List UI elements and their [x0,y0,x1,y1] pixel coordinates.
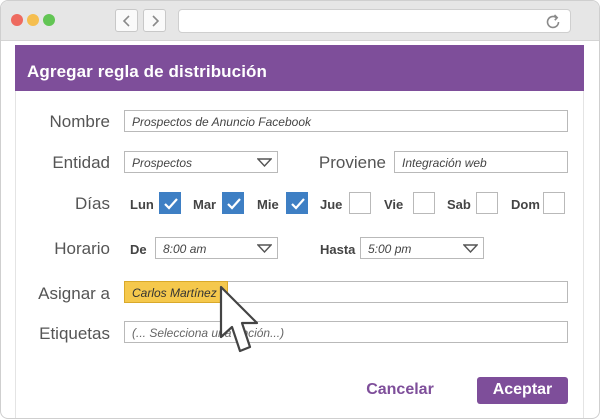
day-label-jue: Jue [320,197,343,212]
entidad-select[interactable]: Prospectos [124,151,278,173]
etiquetas-label: Etiquetas [39,324,110,343]
day-label-mar: Mar [193,197,217,212]
check-icon [227,198,241,210]
day-label-mie: Mie [257,197,279,212]
entidad-value: Prospectos [132,156,193,170]
day-checkbox-vie[interactable] [413,192,435,214]
reload-icon[interactable] [544,13,562,31]
browser-toolbar [1,1,599,41]
dias-label: Días [75,194,110,213]
day-checkbox-mie[interactable] [286,192,308,214]
day-label-dom: Dom [511,197,540,212]
back-button[interactable] [115,9,138,32]
end-time-value: 5:00 pm [368,242,412,256]
assigned-user-chip[interactable]: Carlos Martínez [124,281,228,303]
day-checkbox-sab[interactable] [476,192,498,214]
chevron-left-icon [122,14,130,27]
asignar-label: Asignar a [38,284,110,303]
maximize-window-dot[interactable] [43,14,55,26]
hasta-label: Hasta [320,242,356,257]
address-bar[interactable] [178,9,571,33]
cancel-button[interactable]: Cancelar [358,379,442,403]
close-window-dot[interactable] [11,14,23,26]
day-checkbox-jue[interactable] [349,192,371,214]
accept-button[interactable]: Aceptar [477,377,568,404]
caret-down-icon [463,244,478,253]
dialog-title: Agregar regla de distribución [15,45,584,91]
caret-down-icon [257,244,272,253]
de-label: De [130,242,147,257]
nombre-label: Nombre [49,112,110,131]
check-icon [291,198,305,210]
mouse-pointer-icon [219,285,259,353]
forward-button[interactable] [143,9,166,32]
day-label-vie: Vie [384,197,404,212]
caret-down-icon [257,158,272,167]
day-checkbox-lun[interactable] [159,192,181,214]
nombre-field[interactable]: Prospectos de Anuncio Facebook [124,110,568,132]
start-time-select[interactable]: 8:00 am [155,237,278,259]
minimize-window-dot[interactable] [27,14,39,26]
browser-window: Agregar regla de distribución Nombre Pro… [0,0,600,419]
etiquetas-field[interactable]: (... Selecciona una opción...) [124,321,568,343]
day-label-lun: Lun [130,197,154,212]
distribution-rule-dialog [15,45,584,418]
end-time-select[interactable]: 5:00 pm [360,237,484,259]
entidad-label: Entidad [52,153,110,172]
proviene-label: Proviene [318,153,386,172]
check-icon [164,198,178,210]
day-checkbox-dom[interactable] [543,192,565,214]
day-checkbox-mar[interactable] [222,192,244,214]
start-time-value: 8:00 am [163,242,207,256]
chevron-right-icon [151,14,159,27]
day-label-sab: Sab [447,197,471,212]
horario-label: Horario [54,239,110,258]
proviene-field[interactable]: Integración web [394,151,568,173]
